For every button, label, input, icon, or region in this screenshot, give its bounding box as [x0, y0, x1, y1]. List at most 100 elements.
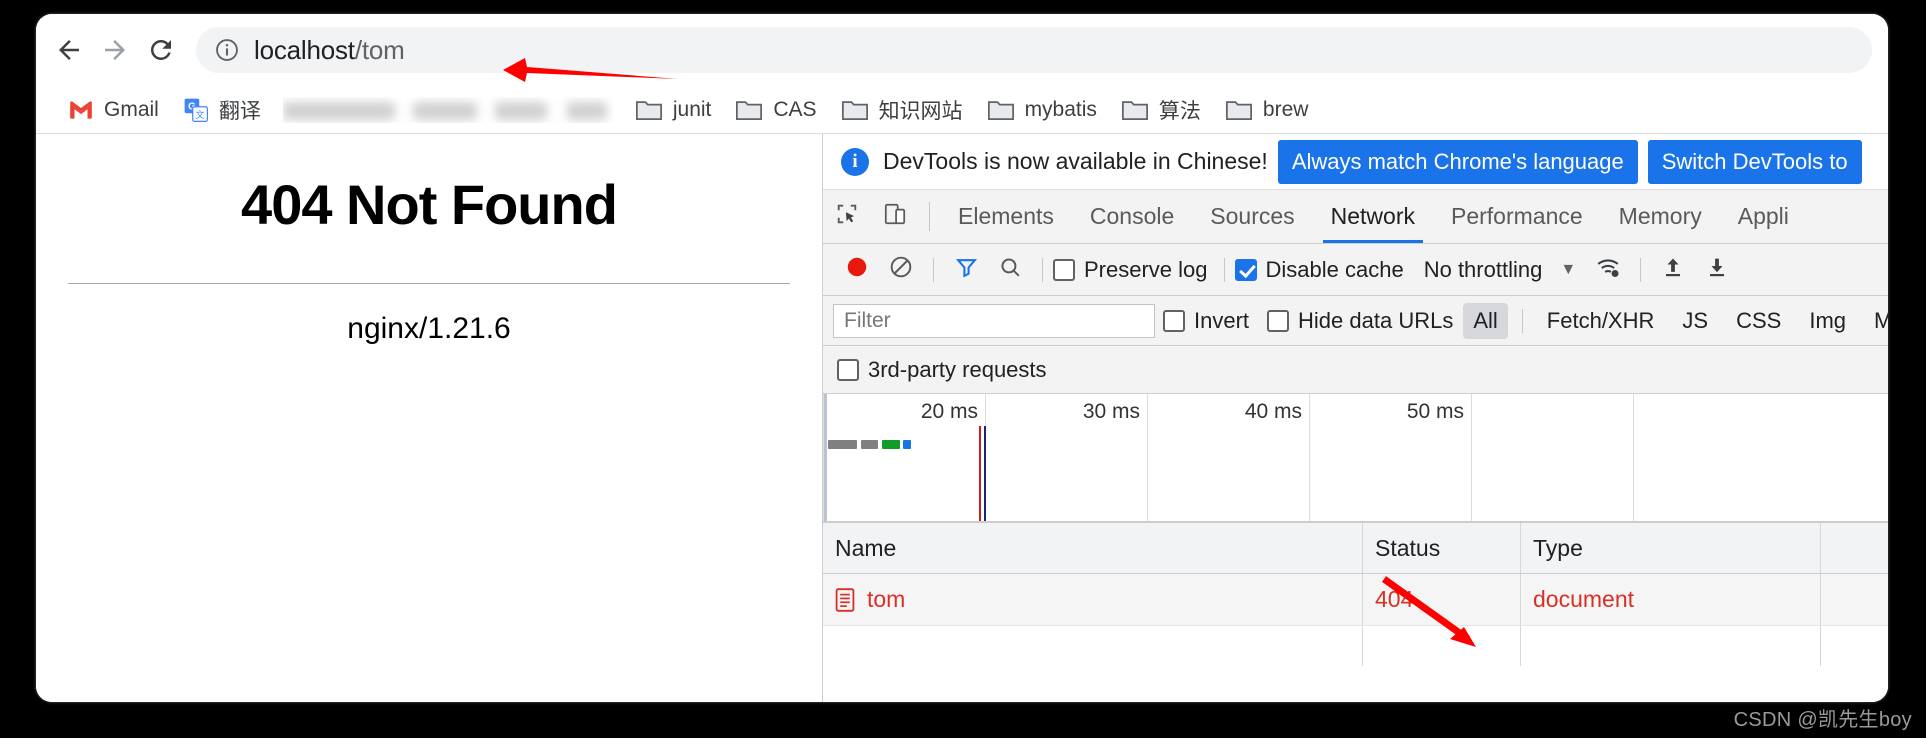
- checkbox-box: [1267, 309, 1290, 332]
- type-chip-js[interactable]: JS: [1672, 303, 1718, 339]
- column-header-type[interactable]: Type: [1521, 523, 1821, 573]
- reload-button[interactable]: [138, 27, 184, 73]
- cell-name[interactable]: tom: [823, 574, 1363, 625]
- tab-network[interactable]: Network: [1313, 190, 1433, 243]
- google-translate-icon: G 文: [183, 97, 209, 123]
- blurred-bookmarks[interactable]: [282, 97, 613, 123]
- type-chip-css[interactable]: CSS: [1726, 303, 1791, 339]
- toolbar-divider: [1042, 257, 1043, 282]
- browser-window: localhost/tom Gmail G 文 翻译 junit CAS 知识网…: [36, 14, 1888, 702]
- bookmark-gmail[interactable]: Gmail: [56, 91, 171, 129]
- clear-icon: [888, 254, 914, 285]
- bookmark-label: 算法: [1158, 99, 1201, 123]
- wifi-settings-icon: [1595, 254, 1621, 285]
- folder-icon: [1121, 98, 1149, 122]
- bookmark-translate[interactable]: G 文 翻译: [171, 91, 273, 129]
- bookmark-folder-knowledge-sites[interactable]: 知识网站: [829, 91, 975, 129]
- table-empty-row: [823, 626, 1888, 666]
- folder-icon: [635, 98, 663, 122]
- reload-icon: [146, 35, 176, 65]
- column-header-name[interactable]: Name: [823, 523, 1363, 573]
- invert-checkbox[interactable]: Invert: [1163, 308, 1249, 334]
- load-event-line: [984, 426, 986, 521]
- address-bar[interactable]: localhost/tom: [196, 27, 1872, 73]
- timeline-tick-label: 20 ms: [920, 400, 978, 423]
- chevron-down-icon[interactable]: ▼: [1560, 261, 1576, 279]
- gmail-icon: [68, 99, 94, 121]
- type-chip-img[interactable]: Img: [1799, 303, 1856, 339]
- cell-status: 404: [1363, 574, 1521, 625]
- info-circle-icon[interactable]: [214, 37, 240, 63]
- bookmark-folder-junit[interactable]: junit: [623, 91, 724, 129]
- bookmark-label: 知识网站: [878, 99, 963, 123]
- filter-divider: [1521, 308, 1523, 333]
- preserve-log-checkbox[interactable]: Preserve log: [1053, 257, 1208, 283]
- export-har-icon: [1705, 254, 1729, 285]
- inspect-element-button[interactable]: [823, 190, 871, 243]
- switch-devtools-language-button[interactable]: Switch DevTools to: [1647, 139, 1862, 184]
- record-button[interactable]: [835, 251, 879, 289]
- type-chip-all[interactable]: All: [1463, 302, 1508, 339]
- network-timeline-overview[interactable]: 10 ms 20 ms 30 ms 40 ms 50 ms: [823, 394, 1888, 522]
- empty-cell: [1821, 626, 1888, 666]
- server-signature: nginx/1.21.6: [347, 312, 511, 345]
- bookmarks-bar: Gmail G 文 翻译 junit CAS 知识网站 mybatis 算法 b…: [36, 86, 1888, 134]
- document-request-icon: [835, 587, 855, 612]
- export-har-button[interactable]: [1695, 251, 1739, 289]
- checkbox-box: [1234, 258, 1257, 281]
- empty-cell: [1363, 626, 1521, 666]
- folder-icon: [735, 98, 763, 122]
- bookmark-folder-brew[interactable]: brew: [1213, 91, 1321, 129]
- web-page-viewport: 404 Not Found nginx/1.21.6: [36, 134, 823, 702]
- tab-console[interactable]: Console: [1072, 190, 1192, 243]
- tab-elements[interactable]: Elements: [940, 190, 1072, 243]
- timeline-tick-label: 30 ms: [1082, 400, 1140, 423]
- tab-sources[interactable]: Sources: [1192, 190, 1312, 243]
- bookmark-folder-algorithms[interactable]: 算法: [1109, 91, 1213, 129]
- third-party-requests-checkbox[interactable]: 3rd-party requests: [837, 357, 1047, 383]
- url-host: localhost: [254, 34, 355, 65]
- bookmark-folder-cas[interactable]: CAS: [723, 91, 828, 129]
- device-toolbar-button[interactable]: [871, 190, 919, 243]
- filter-input[interactable]: Filter: [833, 303, 1155, 338]
- disable-cache-label: Disable cache: [1265, 256, 1404, 282]
- info-circle-icon: i: [841, 147, 869, 176]
- network-requests-table: Name Status Type tom 404 document: [823, 522, 1888, 702]
- table-header-row: Name Status Type: [823, 522, 1888, 574]
- folder-icon: [841, 98, 869, 122]
- tab-application[interactable]: Appli: [1720, 190, 1807, 243]
- hide-data-urls-checkbox[interactable]: Hide data URLs: [1267, 308, 1453, 334]
- checkbox-box: [837, 358, 859, 381]
- clear-button[interactable]: [879, 251, 923, 289]
- bookmark-folder-mybatis[interactable]: mybatis: [975, 91, 1109, 129]
- import-har-button[interactable]: [1651, 251, 1695, 289]
- timeline-tick-label: 50 ms: [1406, 400, 1464, 423]
- checkbox-box: [1053, 258, 1075, 281]
- devtools-panel: i DevTools is now available in Chinese! …: [823, 134, 1888, 702]
- throttling-select[interactable]: No throttling: [1424, 257, 1543, 283]
- always-match-language-button[interactable]: Always match Chrome's language: [1277, 139, 1638, 184]
- bookmark-label: Gmail: [104, 97, 159, 121]
- tab-performance[interactable]: Performance: [1433, 190, 1601, 243]
- dom-content-loaded-line: [979, 426, 981, 521]
- devtools-language-banner: i DevTools is now available in Chinese! …: [823, 134, 1888, 190]
- column-header-overflow: [1821, 523, 1888, 573]
- arrow-right-icon: [100, 35, 130, 65]
- network-conditions-button[interactable]: [1586, 251, 1630, 289]
- back-button[interactable]: [46, 27, 92, 73]
- third-party-requests-row: 3rd-party requests: [823, 346, 1888, 394]
- disable-cache-checkbox[interactable]: Disable cache: [1234, 256, 1404, 283]
- folder-icon: [1225, 98, 1253, 122]
- address-bar-url: localhost/tom: [254, 35, 405, 66]
- page-divider: [68, 283, 790, 284]
- type-chip-fetch-xhr[interactable]: Fetch/XHR: [1537, 303, 1665, 339]
- table-row[interactable]: tom 404 document: [823, 574, 1888, 626]
- tab-memory[interactable]: Memory: [1601, 190, 1720, 243]
- search-button[interactable]: [988, 251, 1032, 289]
- type-chip-media[interactable]: M: [1864, 303, 1888, 339]
- column-header-status[interactable]: Status: [1363, 523, 1521, 573]
- filter-toggle-button[interactable]: [944, 251, 988, 289]
- forward-button[interactable]: [92, 27, 138, 73]
- bookmark-label: mybatis: [1024, 97, 1097, 121]
- bookmark-label: 翻译: [218, 99, 261, 123]
